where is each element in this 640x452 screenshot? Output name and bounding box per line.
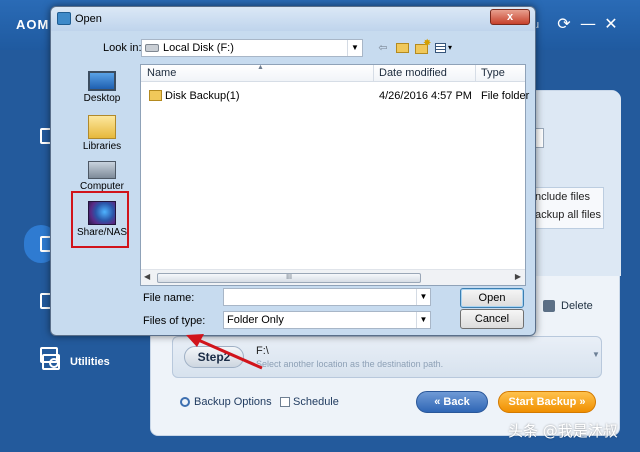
file-name-input[interactable]: ▼ (223, 288, 431, 306)
destination-path: F:\ (256, 345, 269, 357)
desktop-icon (88, 71, 116, 91)
scroll-right-icon[interactable]: ▶ (515, 272, 521, 281)
close-button[interactable]: ✕ (601, 14, 621, 34)
item-date: 4/26/2016 4:57 PM (379, 90, 472, 102)
sidebar-item-utilities[interactable]: Utilities (42, 354, 110, 370)
scroll-left-icon[interactable]: ◀ (144, 272, 150, 281)
chevron-down-icon[interactable]: ▼ (592, 350, 600, 359)
delete-icon (543, 300, 555, 312)
chevron-down-icon[interactable]: ▼ (416, 289, 430, 305)
files-of-type-label: Files of type: (143, 315, 206, 327)
refresh-icon[interactable]: ⟳ (554, 14, 574, 34)
sort-arrow-icon: ▲ (257, 64, 264, 71)
dialog-close-button[interactable]: x (490, 9, 530, 25)
column-separator[interactable] (475, 65, 476, 82)
back-arrow-icon[interactable]: ⇦ (376, 40, 390, 56)
back-button[interactable]: « Back (416, 391, 488, 413)
place-label: Libraries (82, 141, 122, 152)
files-of-type-dropdown[interactable]: Folder Only ▼ (223, 311, 431, 329)
checkbox-icon (280, 397, 290, 407)
destination-hint: Select another location as the destinati… (256, 359, 444, 369)
libraries-icon (88, 115, 116, 139)
new-folder-icon[interactable]: ✸ (414, 38, 431, 56)
look-in-value: Local Disk (F:) (163, 42, 234, 54)
files-of-type-value: Folder Only (227, 314, 284, 326)
delete-button[interactable]: Delete (543, 300, 593, 312)
up-folder-icon[interactable] (395, 40, 409, 56)
chevron-down-icon[interactable]: ▼ (347, 40, 362, 56)
step2-label: Step2 (184, 346, 244, 368)
backup-options-link[interactable]: Backup Options (180, 396, 272, 408)
look-in-dropdown[interactable]: Local Disk (F:) ▼ (141, 39, 363, 57)
watermark: 头条 @我是沐叔 (508, 422, 618, 440)
dialog-app-icon (57, 12, 71, 25)
horizontal-scrollbar[interactable]: ◀ III ▶ (141, 269, 525, 285)
option-include-files[interactable]: nclude files (535, 191, 590, 203)
delete-label: Delete (561, 300, 593, 312)
place-libraries[interactable]: Libraries (69, 115, 135, 152)
gear-icon (180, 397, 190, 407)
column-date-modified[interactable]: Date modified (379, 67, 447, 79)
drive-icon (145, 44, 159, 52)
dialog-title: Open (75, 13, 102, 25)
open-button[interactable]: Open (460, 288, 524, 308)
folder-icon (149, 90, 162, 101)
item-type: File folder (481, 90, 530, 102)
view-menu-icon[interactable]: ▾ (434, 40, 456, 56)
file-list[interactable]: Name ▲ Date modified Type Disk Backup(1)… (140, 64, 529, 286)
schedule-label: Schedule (293, 396, 339, 408)
place-computer[interactable]: Computer (69, 161, 135, 192)
open-dialog: Open x Look in: Local Disk (F:) ▼ ⇦ ✸ ▾ … (50, 6, 536, 336)
backup-options-label: Backup Options (194, 396, 272, 408)
list-item[interactable]: Disk Backup(1) 4/26/2016 4:57 PM File fo… (141, 87, 529, 105)
utilities-label: Utilities (70, 356, 110, 368)
scroll-thumb[interactable]: III (157, 273, 421, 283)
cancel-button[interactable]: Cancel (460, 309, 524, 329)
chevron-down-icon[interactable]: ▼ (416, 312, 430, 328)
computer-icon (88, 161, 116, 179)
place-label: Desktop (83, 93, 121, 104)
option-backup-all-files[interactable]: ackup all files (535, 209, 601, 221)
column-headers: Name ▲ Date modified Type (141, 64, 525, 82)
share-nas-highlight-box (71, 191, 129, 248)
dialog-titlebar: Open x (51, 7, 535, 31)
column-separator[interactable] (373, 65, 374, 82)
utilities-icon (42, 354, 60, 370)
minimize-button[interactable]: — (578, 14, 598, 34)
start-backup-button[interactable]: Start Backup » (498, 391, 596, 413)
column-name[interactable]: Name (147, 67, 176, 79)
file-name-label: File name: (143, 292, 195, 304)
look-in-label: Look in: (103, 42, 142, 54)
column-type[interactable]: Type (481, 67, 505, 79)
item-name: Disk Backup(1) (165, 90, 240, 102)
place-desktop[interactable]: Desktop (69, 71, 135, 104)
schedule-checkbox[interactable]: Schedule (280, 396, 339, 408)
